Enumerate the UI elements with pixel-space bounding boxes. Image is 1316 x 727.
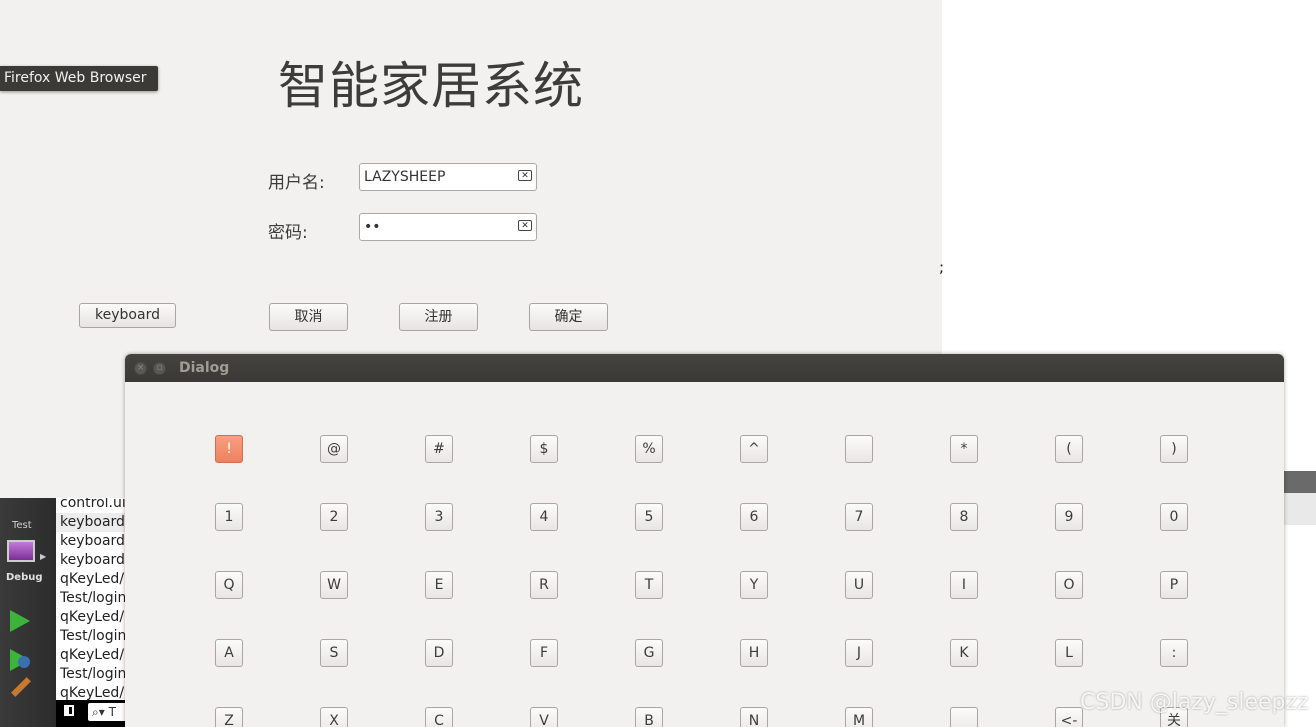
username-label: 用户名:: [268, 173, 325, 193]
key-button[interactable]: N: [740, 707, 768, 727]
build-hammer-icon[interactable]: [11, 677, 31, 697]
key-button[interactable]: J: [845, 639, 873, 667]
key-button[interactable]: P: [1160, 571, 1188, 599]
key-button[interactable]: 7: [845, 503, 873, 531]
locator-input[interactable]: ⌕▾ T: [88, 703, 128, 721]
key-button[interactable]: 2: [320, 503, 348, 531]
cancel-button[interactable]: 取消: [269, 303, 348, 331]
key-button[interactable]: E: [425, 571, 453, 599]
watermark: CSDN @lazy_sleepzz: [1080, 690, 1309, 715]
background-text: ;: [939, 258, 945, 276]
build-mode-label: Debug: [6, 572, 43, 583]
password-value: ••: [364, 219, 381, 235]
bug-icon: [18, 656, 30, 668]
key-button[interactable]: ^: [740, 435, 768, 463]
qt-file-list: control.ui keyboard. keyboard. keyboard.…: [56, 498, 125, 703]
key-button[interactable]: 8: [950, 503, 978, 531]
dialog-title: Dialog: [179, 360, 230, 376]
key-button[interactable]: X: [320, 707, 348, 727]
key-button[interactable]: V: [530, 707, 558, 727]
run-icon[interactable]: [10, 610, 30, 632]
monitor-icon[interactable]: [7, 540, 35, 562]
key-button[interactable]: 0: [1160, 503, 1188, 531]
key-button[interactable]: %: [635, 435, 663, 463]
key-button[interactable]: O: [1055, 571, 1083, 599]
maximize-icon[interactable]: ▫: [153, 362, 166, 375]
key-button[interactable]: 4: [530, 503, 558, 531]
clear-icon[interactable]: ✕: [518, 170, 532, 181]
key-button[interactable]: M: [845, 707, 873, 727]
list-item[interactable]: qKeyLed/: [60, 646, 124, 665]
username-field[interactable]: LAZYSHEEP ✕: [359, 163, 537, 191]
list-item[interactable]: Test/login: [60, 665, 125, 684]
key-button[interactable]: C: [425, 707, 453, 727]
keyboard-dialog: × ▫ Dialog ! @ # $% ^ * () 1 2 3 4 5 6 7 8 9 0 Q W E R T Y U I O P…: [125, 354, 1284, 727]
key-button[interactable]: F: [530, 639, 558, 667]
confirm-button[interactable]: 确定: [529, 303, 608, 331]
list-item[interactable]: Test/login: [60, 589, 125, 608]
key-button[interactable]: Q: [215, 571, 243, 599]
list-item[interactable]: qKeyLed/: [60, 608, 124, 627]
key-button[interactable]: #: [425, 435, 453, 463]
kit-label: Test: [12, 520, 32, 531]
list-item[interactable]: keyboard.: [60, 551, 125, 570]
key-button[interactable]: 3: [425, 503, 453, 531]
key-button[interactable]: U: [845, 571, 873, 599]
list-item[interactable]: control.ui: [60, 498, 125, 513]
sidebar-toggle-icon[interactable]: [64, 705, 74, 716]
key-button[interactable]: [950, 707, 978, 727]
key-button[interactable]: 1: [215, 503, 243, 531]
launcher-tooltip: Firefox Web Browser: [0, 66, 158, 91]
key-button[interactable]: 6: [740, 503, 768, 531]
key-button[interactable]: (: [1055, 435, 1083, 463]
password-field[interactable]: •• ✕: [359, 213, 537, 241]
key-button[interactable]: $: [530, 435, 558, 463]
list-item[interactable]: qKeyLed/: [60, 570, 124, 589]
key-button[interactable]: I: [950, 571, 978, 599]
key-button[interactable]: B: [635, 707, 663, 727]
list-item[interactable]: Test/login: [60, 627, 125, 646]
list-item[interactable]: keyboard.: [60, 532, 125, 551]
key-button[interactable]: S: [320, 639, 348, 667]
key-button[interactable]: Z: [215, 707, 243, 727]
keyboard-button[interactable]: keyboard: [79, 303, 176, 328]
key-button[interactable]: G: [635, 639, 663, 667]
close-icon[interactable]: ×: [134, 362, 147, 375]
key-button[interactable]: D: [425, 639, 453, 667]
key-button[interactable]: R: [530, 571, 558, 599]
page-title: 智能家居系统: [278, 57, 584, 115]
key-button[interactable]: A: [215, 639, 243, 667]
key-button[interactable]: @: [320, 435, 348, 463]
dialog-titlebar[interactable]: × ▫ Dialog: [125, 354, 1284, 382]
qt-mode-sidebar: Test ▶ Debug: [0, 498, 56, 727]
key-button[interactable]: T: [635, 571, 663, 599]
key-button[interactable]: Y: [740, 571, 768, 599]
key-button[interactable]: W: [320, 571, 348, 599]
key-button[interactable]: <-: [1055, 707, 1083, 727]
background-window-edge: [1283, 493, 1316, 525]
key-button[interactable]: 5: [635, 503, 663, 531]
arrow-right-icon: ▶: [40, 552, 47, 561]
qt-bottom-bar: ⌕▾ T: [56, 700, 128, 727]
key-button[interactable]: K: [950, 639, 978, 667]
username-value: LAZYSHEEP: [364, 169, 446, 185]
key-button[interactable]: [845, 435, 873, 463]
key-button[interactable]: ): [1160, 435, 1188, 463]
key-button[interactable]: !: [215, 435, 243, 463]
key-button[interactable]: H: [740, 639, 768, 667]
register-button[interactable]: 注册: [399, 303, 478, 331]
key-button[interactable]: *: [950, 435, 978, 463]
password-label: 密码:: [268, 223, 308, 243]
clear-icon[interactable]: ✕: [518, 220, 532, 231]
key-button[interactable]: L: [1055, 639, 1083, 667]
key-button[interactable]: :: [1160, 639, 1188, 667]
list-item[interactable]: keyboard.: [56, 513, 125, 532]
background-window-edge: [1283, 471, 1316, 493]
key-button[interactable]: 9: [1055, 503, 1083, 531]
